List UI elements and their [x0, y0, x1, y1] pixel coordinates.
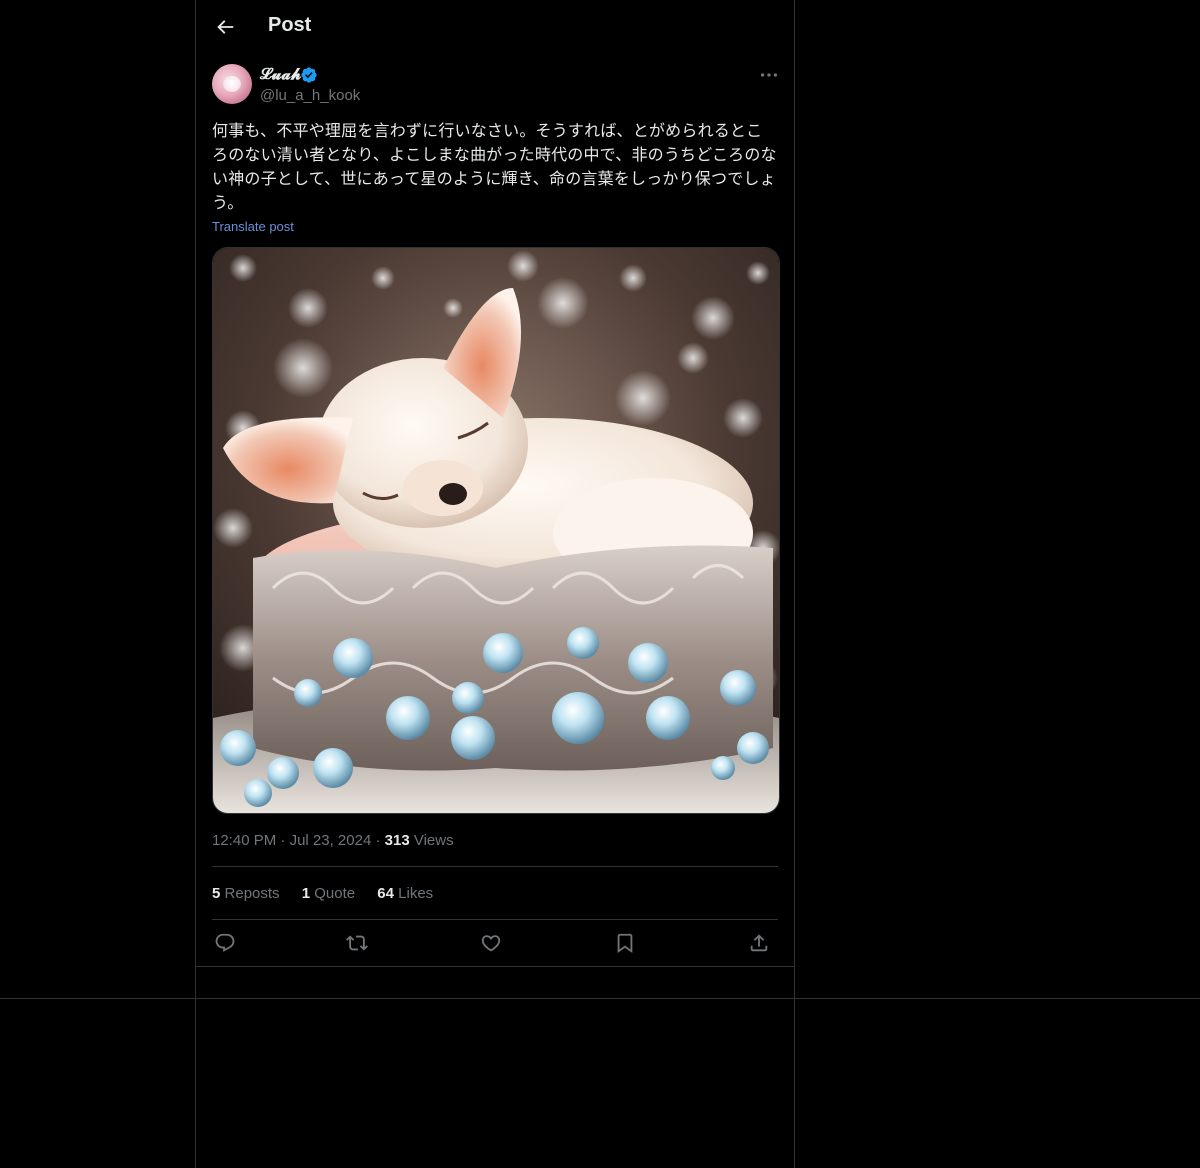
- meta-separator: ·: [280, 832, 286, 849]
- views-count: 313: [384, 832, 410, 849]
- chihuahua-crown-image: [213, 248, 779, 813]
- post-stats: 5 Reposts 1 Quote 64 Likes: [212, 885, 451, 902]
- reposts-count: 5: [212, 885, 221, 902]
- post-time[interactable]: 12:40 PM: [212, 832, 276, 849]
- arrow-left-icon[interactable]: [214, 16, 236, 38]
- views-label: Views: [413, 832, 454, 849]
- divider: [212, 919, 778, 920]
- post-actions: [212, 930, 778, 956]
- author-display-name[interactable]: 𝓛𝓾𝓪𝓱: [260, 66, 301, 84]
- repost-icon[interactable]: [346, 932, 368, 954]
- post-text: 何事も、不平や理屈を言わずに行いなさい。そうすれば、とがめられるところのない清い…: [212, 121, 777, 212]
- verified-badge-icon: [301, 67, 317, 83]
- share-icon[interactable]: [748, 932, 770, 954]
- quotes-label: Quote: [314, 885, 356, 902]
- post-image[interactable]: [212, 247, 780, 814]
- translate-post-link[interactable]: Translate post: [212, 219, 294, 234]
- meta-separator: ·: [375, 832, 381, 849]
- author-handle[interactable]: @lu_a_h_kook: [260, 87, 360, 104]
- heart-icon[interactable]: [480, 932, 502, 954]
- post-meta: 12:40 PM · Jul 23, 2024 · 313 Views: [212, 832, 454, 849]
- post-date[interactable]: Jul 23, 2024: [290, 832, 372, 849]
- likes-stat[interactable]: 64 Likes: [377, 885, 433, 902]
- quotes-count: 1: [301, 885, 311, 902]
- quotes-stat[interactable]: 1 Quote: [302, 885, 355, 902]
- bookmark-icon[interactable]: [614, 932, 636, 954]
- reply-icon[interactable]: [214, 932, 236, 954]
- page-title: Post: [268, 14, 312, 36]
- divider: [212, 866, 778, 867]
- reposts-stat[interactable]: 5 Reposts: [212, 885, 280, 902]
- main-column: Post 𝓛𝓾𝓪𝓱 @lu_a_h_kook 何事も、不平や理屈を言わずに行いな…: [195, 0, 795, 1168]
- avatar[interactable]: [212, 64, 252, 104]
- likes-count: 64: [377, 885, 394, 902]
- reposts-label: Reposts: [224, 885, 280, 902]
- likes-label: Likes: [398, 885, 434, 902]
- more-horizontal-icon[interactable]: [758, 64, 780, 86]
- page-header: Post: [196, 0, 794, 54]
